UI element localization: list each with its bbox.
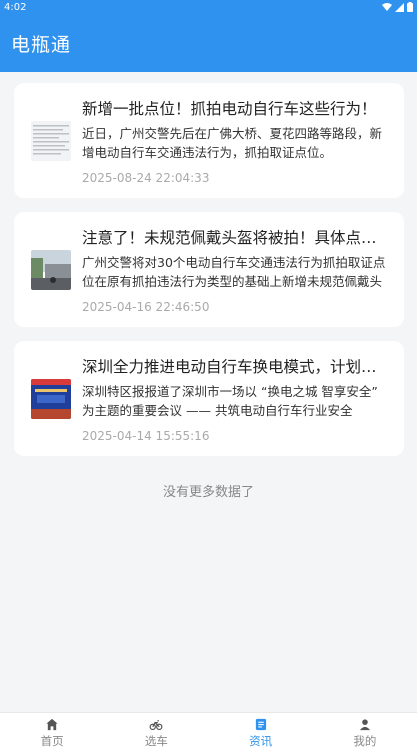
bottom-tab-bar: 首页 选车 资讯 我的	[0, 712, 417, 749]
tab-home[interactable]: 首页	[0, 713, 104, 749]
tab-label: 首页	[40, 734, 64, 748]
article-card[interactable]: 深圳全力推进电动自行车换电模式，计划新建 深圳特区报报道了深圳市一场以 “换电之…	[14, 341, 404, 456]
article-summary: 广州交警将对30个电动自行车交通违法行为抓拍取证点位在原有抓拍违法行为类型的基础…	[82, 255, 386, 289]
tab-profile[interactable]: 我的	[313, 713, 417, 749]
user-icon	[359, 719, 370, 731]
article-title: 新增一批点位！抓拍电动自行车这些行为！	[82, 100, 377, 118]
article-date: 2025-08-24 22:04:33	[82, 171, 210, 185]
tab-label: 我的	[353, 734, 377, 748]
article-summary: 近日，广州交警先后在广佛大桥、夏花四路等路段，新增电动自行车交通违法行为，抓拍取…	[82, 126, 383, 160]
article-title: 注意了！未规范佩戴头盔将被拍！具体点位公布	[82, 229, 390, 247]
article-thumbnail	[31, 250, 71, 290]
news-icon	[255, 718, 266, 731]
signal-icon	[395, 2, 404, 12]
tab-choose-bike[interactable]: 选车	[104, 713, 208, 749]
tab-label: 资讯	[249, 734, 273, 748]
home-icon	[46, 718, 58, 731]
article-title: 深圳全力推进电动自行车换电模式，计划新建	[82, 358, 390, 376]
article-date: 2025-04-16 22:46:50	[82, 300, 210, 314]
tab-news[interactable]: 资讯	[209, 713, 313, 749]
status-time: 4:02	[4, 1, 27, 13]
bicycle-icon	[149, 720, 163, 731]
article-thumbnail	[31, 379, 71, 419]
article-card[interactable]: 新增一批点位！抓拍电动自行车这些行为！ 近日，广州交警先后在广佛大桥、夏花四路等…	[14, 83, 404, 198]
page-title: 电瓶通	[11, 33, 72, 56]
article-card[interactable]: 注意了！未规范佩戴头盔将被拍！具体点位公布 广州交警将对30个电动自行车交通违法…	[14, 212, 404, 327]
no-more-data-text: 没有更多数据了	[162, 485, 254, 500]
app-bar: 电瓶通	[0, 14, 417, 72]
article-date: 2025-04-14 15:55:16	[82, 429, 210, 443]
battery-icon	[407, 2, 413, 12]
wifi-icon	[382, 3, 392, 11]
status-icons	[382, 2, 413, 12]
article-thumbnail	[31, 121, 71, 161]
status-bar: 4:02	[0, 0, 417, 14]
article-summary: 深圳特区报报道了深圳市一场以 “换电之城 智享安全” 为主题的重要会议 —— 共…	[82, 384, 378, 418]
tab-label: 选车	[144, 734, 168, 748]
